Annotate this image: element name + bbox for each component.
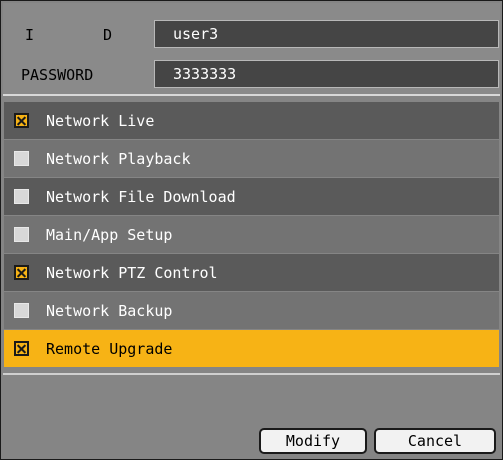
permission-row-network-ptz-control[interactable]: Network PTZ Control bbox=[4, 254, 499, 291]
permission-row-network-playback[interactable]: Network Playback bbox=[4, 140, 499, 177]
permission-label: Network PTZ Control bbox=[46, 263, 218, 282]
permission-row-network-file-download[interactable]: Network File Download bbox=[4, 178, 499, 215]
checkbox-network-backup[interactable] bbox=[14, 303, 29, 318]
permission-row-network-backup[interactable]: Network Backup bbox=[4, 292, 499, 329]
modify-button[interactable]: Modify bbox=[259, 428, 367, 454]
password-label: PASSWORD bbox=[21, 66, 94, 84]
id-field[interactable]: user3 bbox=[154, 20, 499, 48]
checkbox-network-ptz-control[interactable] bbox=[14, 265, 29, 280]
user-permission-dialog: I D user3 PASSWORD 3333333 Network Live … bbox=[0, 0, 503, 460]
permission-label: Network File Download bbox=[46, 187, 236, 206]
checkbox-network-playback[interactable] bbox=[14, 151, 29, 166]
cancel-button[interactable]: Cancel bbox=[374, 428, 496, 454]
checkbox-network-live[interactable] bbox=[14, 113, 29, 128]
checkbox-remote-upgrade[interactable] bbox=[14, 341, 29, 356]
permission-label: Remote Upgrade bbox=[46, 339, 173, 358]
permission-row-network-live[interactable]: Network Live bbox=[4, 102, 499, 139]
permission-label: Network Backup bbox=[46, 301, 173, 320]
credentials-panel: I D user3 PASSWORD 3333333 bbox=[3, 3, 500, 96]
id-label-left: I bbox=[25, 26, 35, 44]
checkbox-main-app-setup[interactable] bbox=[14, 227, 29, 242]
permission-label: Network Live bbox=[46, 111, 155, 130]
bottom-divider bbox=[3, 373, 500, 375]
permission-row-remote-upgrade[interactable]: Remote Upgrade bbox=[4, 330, 499, 367]
permission-label: Main/App Setup bbox=[46, 225, 173, 244]
checkbox-network-file-download[interactable] bbox=[14, 189, 29, 204]
password-field[interactable]: 3333333 bbox=[154, 60, 499, 88]
permission-row-main-app-setup[interactable]: Main/App Setup bbox=[4, 216, 499, 253]
id-label-right: D bbox=[103, 26, 113, 44]
permission-label: Network Playback bbox=[46, 149, 191, 168]
permission-list: Network Live Network Playback Network Fi… bbox=[4, 102, 499, 368]
